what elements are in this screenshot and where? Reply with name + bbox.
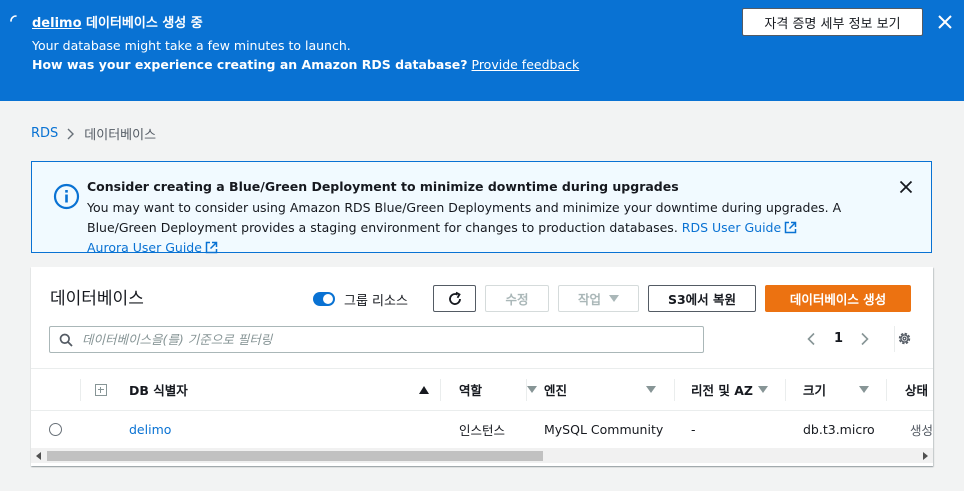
rds-user-guide-label: RDS User Guide bbox=[681, 220, 782, 235]
info-icon bbox=[53, 183, 80, 210]
gear-icon[interactable] bbox=[897, 331, 912, 346]
cell-status: 생성 중 bbox=[904, 411, 933, 447]
sort-ascending-icon bbox=[419, 385, 429, 394]
cell-role: 인스턴스 bbox=[459, 422, 506, 438]
sort-icon bbox=[646, 386, 656, 393]
breadcrumb: RDS 데이터베이스 bbox=[31, 124, 156, 143]
column-label: 리전 및 AZ bbox=[691, 383, 753, 398]
column-engine[interactable]: 엔진 bbox=[544, 369, 656, 410]
expand-all-icon[interactable] bbox=[95, 384, 107, 396]
cell-size: db.t3.micro bbox=[803, 421, 875, 437]
column-label: 상태 bbox=[905, 383, 929, 398]
group-resources-toggle[interactable] bbox=[313, 292, 335, 306]
chevron-right-icon[interactable] bbox=[860, 332, 870, 346]
caret-down-icon bbox=[609, 295, 619, 302]
pager-divider bbox=[894, 326, 895, 352]
table-header: DB 식별자 역할 엔진 리전 및 AZ 크기 상태 bbox=[31, 368, 933, 411]
column-divider bbox=[674, 379, 675, 401]
scroll-right-arrow[interactable] bbox=[923, 452, 928, 460]
flash-feedback-question: How was your experience creating an Amaz… bbox=[32, 57, 468, 72]
row-select-radio[interactable] bbox=[49, 423, 62, 436]
column-divider bbox=[785, 379, 786, 401]
close-icon[interactable] bbox=[898, 179, 914, 195]
refresh-icon bbox=[448, 291, 461, 305]
column-divider bbox=[440, 379, 441, 401]
spinner-icon bbox=[10, 15, 17, 22]
scroll-left-arrow[interactable] bbox=[36, 452, 41, 460]
aurora-user-guide-label: Aurora User Guide bbox=[87, 240, 202, 255]
search-input[interactable] bbox=[82, 330, 692, 349]
external-link-icon bbox=[205, 241, 218, 254]
group-resources-label: 그룹 리소스 bbox=[344, 294, 408, 309]
refresh-button[interactable] bbox=[433, 285, 476, 312]
column-divider bbox=[526, 379, 527, 401]
sort-icon bbox=[859, 386, 869, 393]
flash-banner: delimo 데이터베이스 생성 중 Your database might t… bbox=[0, 0, 964, 101]
table-row[interactable]: delimo 인스턴스 MySQL Community - db.t3.micr… bbox=[31, 411, 933, 447]
alert-title: Consider creating a Blue/Green Deploymen… bbox=[87, 179, 679, 194]
column-label: 역할 bbox=[459, 383, 483, 398]
flash-feedback-line: How was your experience creating an Amaz… bbox=[32, 57, 579, 72]
flash-db-link[interactable]: delimo bbox=[32, 16, 82, 31]
restore-from-s3-button[interactable]: S3에서 복원 bbox=[648, 285, 756, 312]
breadcrumb-current: 데이터베이스 bbox=[84, 128, 157, 143]
flash-message: Your database might take a few minutes t… bbox=[32, 38, 351, 53]
status-text: 생성 중 bbox=[910, 422, 933, 438]
cell-engine: MySQL Community bbox=[544, 421, 664, 437]
info-alert: Consider creating a Blue/Green Deploymen… bbox=[31, 161, 932, 255]
scrollbar-thumb[interactable] bbox=[47, 451, 543, 461]
search-field[interactable] bbox=[49, 326, 704, 353]
column-size[interactable]: 크기 bbox=[803, 369, 869, 410]
panel-title: 데이터베이스 bbox=[50, 289, 144, 309]
flash-title-text: 데이터베이스 생성 중 bbox=[81, 16, 203, 31]
column-label: 엔진 bbox=[544, 383, 568, 398]
alert-body: You may want to consider using Amazon RD… bbox=[87, 198, 867, 258]
aurora-user-guide-link[interactable]: Aurora User Guide bbox=[87, 240, 221, 255]
edit-button[interactable]: 수정 bbox=[485, 285, 549, 312]
column-divider bbox=[886, 379, 887, 401]
external-link-icon bbox=[784, 221, 797, 234]
create-database-button[interactable]: 데이터베이스 생성 bbox=[765, 285, 911, 312]
chevron-left-icon[interactable] bbox=[806, 332, 816, 346]
column-divider bbox=[80, 379, 81, 401]
sort-icon bbox=[527, 386, 537, 393]
page-number[interactable]: 1 bbox=[834, 331, 843, 346]
column-db-identifier[interactable]: DB 식별자 bbox=[129, 369, 429, 410]
db-identifier-link[interactable]: delimo bbox=[129, 411, 171, 447]
pagination: 1 bbox=[806, 326, 895, 352]
cell-region-az: - bbox=[691, 421, 696, 437]
chevron-right-icon bbox=[67, 128, 75, 139]
provide-feedback-link[interactable]: Provide feedback bbox=[472, 57, 580, 72]
close-icon[interactable] bbox=[936, 13, 954, 31]
column-label: DB 식별자 bbox=[129, 383, 188, 398]
search-icon bbox=[59, 333, 73, 347]
flash-title: delimo 데이터베이스 생성 중 bbox=[32, 12, 203, 31]
breadcrumb-rds[interactable]: RDS bbox=[31, 126, 58, 141]
column-label: 크기 bbox=[803, 383, 827, 398]
column-status[interactable]: 상태 bbox=[905, 369, 933, 410]
horizontal-scrollbar[interactable] bbox=[31, 448, 933, 463]
column-region-az[interactable]: 리전 및 AZ bbox=[691, 369, 768, 410]
view-credentials-button[interactable]: 자격 증명 세부 정보 보기 bbox=[742, 8, 923, 36]
actions-dropdown[interactable]: 작업 bbox=[558, 285, 639, 312]
sort-icon bbox=[758, 386, 768, 393]
databases-panel: 데이터베이스 그룹 리소스 수정 작업 S3에서 복원 데이터베이스 생성 1 … bbox=[31, 267, 933, 466]
rds-user-guide-link[interactable]: RDS User Guide bbox=[682, 220, 800, 235]
actions-label: 작업 bbox=[577, 292, 601, 307]
